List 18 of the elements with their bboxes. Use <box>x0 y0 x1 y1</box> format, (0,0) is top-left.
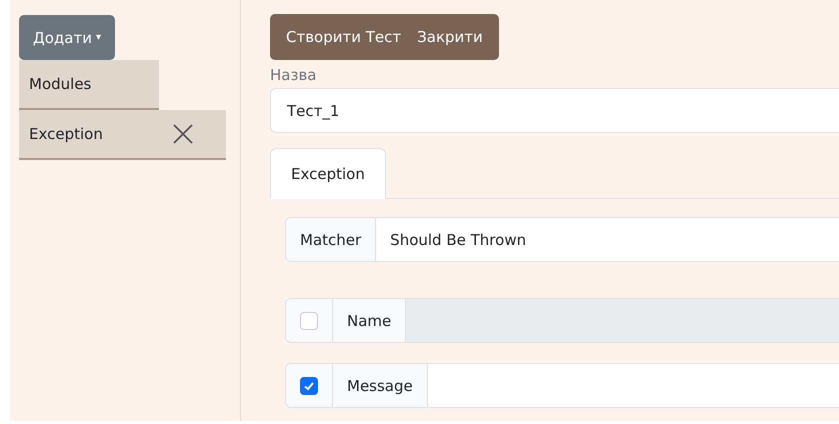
checkbox[interactable] <box>300 376 318 394</box>
close-icon[interactable] <box>172 123 194 145</box>
item-label: Exception <box>29 125 103 143</box>
check-icon <box>303 380 315 392</box>
sidebar-item[interactable]: Modules <box>19 60 159 110</box>
add-button[interactable]: Додати ▾ <box>19 15 115 60</box>
item-label: Modules <box>29 75 92 93</box>
name-input[interactable]: Тест_1 <box>270 88 839 133</box>
matcher-label: Matcher <box>286 218 376 261</box>
field-label: Name <box>333 299 406 342</box>
tab[interactable]: Exception <box>270 148 386 199</box>
toolbar-button[interactable]: Закрити <box>409 14 491 60</box>
field-label: Назва <box>270 66 318 86</box>
field-label: Message <box>333 364 428 407</box>
toolbar-button[interactable]: Створити Тест <box>278 14 410 60</box>
value-input[interactable] <box>428 364 839 407</box>
matcher-input[interactable]: Should Be Thrown <box>376 218 839 261</box>
sidebar-item[interactable]: Exception <box>19 110 226 160</box>
